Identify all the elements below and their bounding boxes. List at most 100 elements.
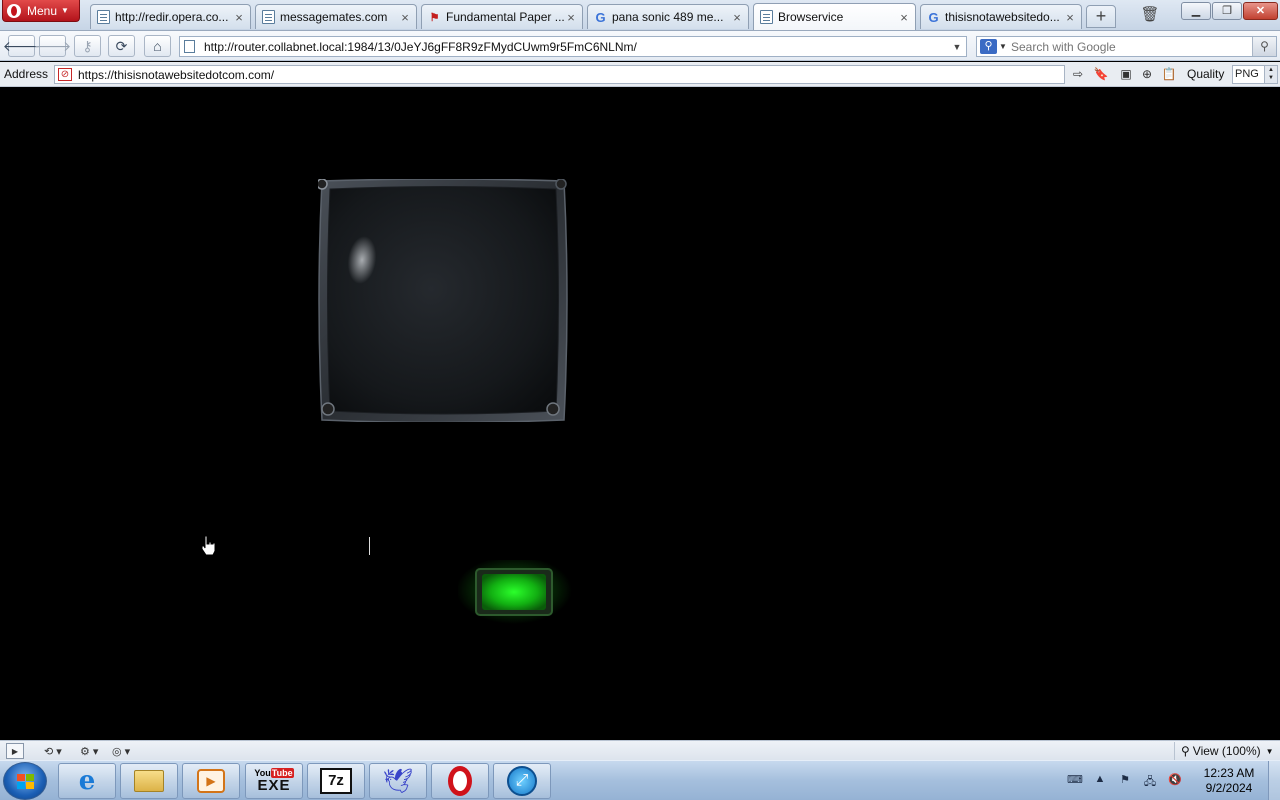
clock-time: 12:23 AM — [1203, 766, 1255, 780]
tab-messagemates[interactable]: messagemates.com × — [255, 4, 417, 29]
hand-pointer-cursor-icon — [201, 535, 216, 556]
close-icon[interactable]: × — [564, 10, 578, 25]
page-icon — [760, 10, 773, 24]
minimize-button[interactable]: ▁ — [1181, 2, 1211, 20]
quality-select[interactable]: PNG ▲ ▼ — [1232, 65, 1278, 84]
taskbar-bird-app[interactable]: 🕊 — [369, 763, 427, 799]
old-crt-screen[interactable] — [318, 179, 568, 422]
forward-button[interactable]: 🡒 — [34, 35, 71, 57]
panel-toggle-icon[interactable]: ▶ — [6, 743, 24, 759]
bookmark-icon[interactable]: 🔖 — [1092, 66, 1110, 83]
page-icon — [262, 10, 275, 24]
home-button[interactable]: ⌂ — [144, 35, 171, 57]
opera-menu-button[interactable]: Menu ▼ — [2, 0, 80, 22]
clock[interactable]: 12:23 AM 9/2/2024 — [1198, 766, 1260, 796]
google-icon: G — [928, 9, 939, 25]
reader-icon[interactable]: ▣ — [1117, 66, 1135, 83]
restore-button[interactable]: ❐ — [1212, 2, 1242, 20]
quality-value: PNG — [1235, 68, 1259, 80]
chevron-down-icon: ▼ — [999, 42, 1007, 51]
close-icon[interactable]: × — [232, 10, 246, 25]
7zip-icon: 7z — [320, 768, 352, 794]
tab-label: Browservice — [778, 10, 844, 24]
taskbar-media-player[interactable]: ▶ — [182, 763, 240, 799]
keyboard-icon[interactable]: ⌨ — [1066, 773, 1084, 789]
close-window-button[interactable]: ✕ — [1243, 2, 1278, 20]
quality-label: Quality — [1187, 67, 1225, 81]
address-toolbar: Address ⊘ https://thisisnotawebsitedotco… — [0, 62, 1280, 87]
chevron-down-icon: ▼ — [61, 6, 69, 15]
trash-can-icon[interactable]: 🗑 — [1140, 5, 1160, 27]
tab-fundamental-paper[interactable]: ⚑ Fundamental Paper ... × — [421, 4, 583, 29]
taskbar-7zip[interactable]: 7z — [307, 763, 365, 799]
zoom-label: View (100%) — [1192, 744, 1261, 758]
address-field[interactable]: ⊘ https://thisisnotawebsitedotcom.com/ — [54, 65, 1065, 84]
tab-browservice[interactable]: Browservice × — [753, 3, 916, 30]
folder-icon — [134, 770, 164, 792]
status-bar: ▶ ⟲ ▾ ⚙ ▾ ◎ ▾ ⚲ View (100%) ▼ — [0, 740, 1280, 760]
url-field[interactable]: http://router.collabnet.local:1984/13/0J… — [179, 36, 967, 57]
insecure-lock-icon: ⊘ — [58, 68, 72, 81]
tab-label: http://redir.opera.co... — [115, 10, 229, 24]
taskbar-youtube-exe[interactable]: YouTube EXE — [245, 763, 303, 799]
zoom-icon: ⚲ — [1181, 744, 1190, 758]
search-input[interactable] — [1011, 39, 1252, 54]
tab-label: messagemates.com — [280, 10, 388, 24]
page-icon — [184, 40, 195, 53]
safari-icon: ⤢ — [507, 766, 537, 796]
go-arrow-icon[interactable]: ⇨ — [1069, 66, 1087, 83]
unite-icon[interactable]: ⚙ ▾ — [80, 743, 98, 759]
tab-pana-sonic[interactable]: G pana sonic 489 me... × — [587, 4, 749, 29]
pdf-icon: ⚑ — [429, 11, 440, 24]
green-power-button[interactable] — [458, 560, 574, 626]
windows-taskbar: e ▶ YouTube EXE 7z 🕊 ⤢ ⌨ ▲ ⚑ 🖧 🔇 12:23 A… — [0, 760, 1280, 800]
navigation-toolbar: 🡐 🡒 ⚷ ⟳ ⌂ http://router.collabnet.local:… — [0, 31, 1280, 61]
close-icon[interactable]: × — [1063, 10, 1077, 25]
taskbar-internet-explorer[interactable]: e — [58, 763, 116, 799]
clock-date: 9/2/2024 — [1205, 781, 1253, 795]
url-text: http://router.collabnet.local:1984/13/0J… — [204, 39, 637, 54]
back-button[interactable]: 🡐 — [3, 35, 40, 57]
find-binoculars-icon[interactable]: ⊕ — [1138, 66, 1156, 83]
internet-explorer-icon: e — [78, 766, 96, 796]
clipboard-icon[interactable]: 📋 — [1160, 66, 1178, 83]
volume-muted-icon[interactable]: 🔇 — [1166, 773, 1184, 789]
opera-logo-icon — [7, 3, 21, 18]
search-icon: ⚲ — [980, 39, 997, 54]
bird-icon: 🕊 — [382, 767, 414, 795]
taskbar-opera[interactable] — [431, 763, 489, 799]
tab-strip: Menu ▼ http://redir.opera.co... × messag… — [0, 0, 1280, 31]
search-go-button[interactable]: ⚲ — [1252, 37, 1276, 56]
tab-label: Fundamental Paper ... — [446, 10, 564, 24]
turbo-icon[interactable]: ◎ ▾ — [112, 743, 130, 759]
password-key-button[interactable]: ⚷ — [74, 35, 101, 57]
network-icon[interactable]: 🖧 — [1141, 773, 1159, 789]
search-engine-selector[interactable]: ⚲ ▼ — [977, 37, 1011, 56]
youtube-exe-icon: YouTube EXE — [254, 768, 294, 793]
menu-label: Menu — [27, 3, 58, 18]
page-viewport[interactable] — [0, 88, 1280, 740]
start-button[interactable] — [3, 762, 47, 800]
close-icon[interactable]: × — [398, 10, 412, 25]
new-tab-button[interactable]: + — [1086, 5, 1116, 28]
chevron-up-icon[interactable]: ▲ — [1091, 773, 1109, 789]
opera-icon — [448, 766, 472, 796]
media-player-icon: ▶ — [197, 769, 225, 793]
close-icon[interactable]: × — [897, 10, 911, 25]
tab-thisisnotawebsite[interactable]: G thisisnotawebsitedo... × — [920, 4, 1082, 29]
taskbar-safari[interactable]: ⤢ — [493, 763, 551, 799]
show-desktop-button[interactable] — [1268, 761, 1280, 800]
spinner-icon[interactable]: ▲ ▼ — [1264, 66, 1277, 83]
tab-label: pana sonic 489 me... — [612, 10, 724, 24]
windows-logo-icon — [17, 774, 35, 790]
action-center-flag-icon[interactable]: ⚑ — [1116, 773, 1134, 789]
chevron-down-icon: ▼ — [1265, 746, 1274, 756]
chevron-down-icon[interactable]: ▼ — [948, 42, 966, 52]
reload-button[interactable]: ⟳ — [108, 35, 135, 57]
taskbar-file-explorer[interactable] — [120, 763, 178, 799]
close-icon[interactable]: × — [730, 10, 744, 25]
tab-label: thisisnotawebsitedo... — [945, 10, 1060, 24]
zoom-control[interactable]: ⚲ View (100%) ▼ — [1174, 742, 1278, 760]
sync-icon[interactable]: ⟲ ▾ — [44, 743, 62, 759]
tab-redir-opera[interactable]: http://redir.opera.co... × — [90, 4, 251, 29]
